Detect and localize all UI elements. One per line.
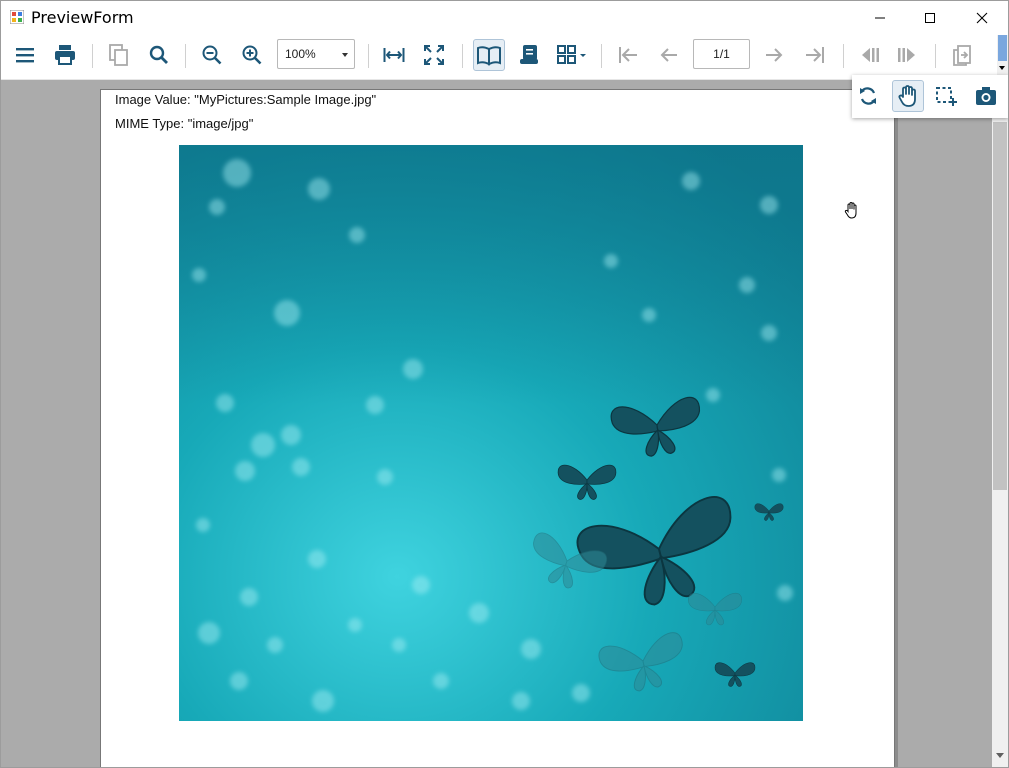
toolbar-overflow-popup (852, 75, 1008, 118)
continuous-button[interactable] (513, 39, 545, 71)
vertical-scroll-thumb[interactable] (993, 122, 1007, 490)
document-page: Image Value: "MyPictures:Sample Image.jp… (100, 89, 895, 767)
dropdown-arrow-icon (342, 53, 348, 57)
toolbar-separator (935, 44, 936, 68)
toolbar-overflow-arrow-icon[interactable] (999, 66, 1005, 70)
scroll-icon (520, 45, 538, 64)
book-icon (477, 46, 501, 66)
selection-tool-button[interactable] (930, 80, 962, 112)
copy-icon (109, 44, 128, 66)
history-back-button[interactable] (853, 39, 885, 71)
toolbar-overflow-scroll[interactable] (997, 35, 1008, 75)
hand-tool-icon (898, 85, 916, 107)
close-button[interactable] (959, 1, 1005, 35)
next-page-icon (766, 48, 783, 62)
toolbar-separator (462, 44, 463, 68)
preview-window: PreviewForm 100% 1/1 Image Value: "MyPic… (0, 0, 1009, 768)
sample-image (179, 145, 803, 721)
toolbar-separator (92, 44, 93, 68)
full-screen-icon (424, 45, 444, 65)
scroll-down-arrow-icon[interactable] (996, 753, 1004, 758)
app-icon (10, 10, 24, 24)
preview-area[interactable]: Image Value: "MyPictures:Sample Image.jp… (1, 80, 992, 767)
single-page-button[interactable] (473, 39, 505, 71)
history-back-icon (862, 48, 879, 62)
last-page-button[interactable] (799, 39, 831, 71)
refresh-icon (860, 87, 876, 105)
exit-button[interactable] (947, 39, 979, 71)
fit-width-button[interactable] (378, 39, 410, 71)
zoom-out-button[interactable] (196, 39, 228, 71)
previous-page-button[interactable] (653, 39, 685, 71)
minimize-icon (875, 17, 885, 19)
hand-tool-button[interactable] (892, 80, 924, 112)
vertical-scrollbar[interactable] (992, 80, 1008, 767)
toolbar-separator (368, 44, 369, 68)
mime-type-label: MIME Type: "image/jpg" (115, 116, 254, 131)
close-icon (976, 12, 988, 24)
first-page-icon (619, 47, 637, 63)
hamburger-menu-icon (16, 48, 34, 63)
toolbar-separator (185, 44, 186, 68)
copy-button[interactable] (103, 39, 135, 71)
image-value-label: Image Value: "MyPictures:Sample Image.jp… (115, 92, 377, 107)
full-screen-button[interactable] (418, 39, 450, 71)
title-bar: PreviewForm (1, 1, 1008, 35)
toolbar-separator (601, 44, 602, 68)
zoom-in-button[interactable] (236, 39, 268, 71)
window-title: PreviewForm (31, 8, 134, 27)
camera-icon (976, 87, 996, 105)
print-button[interactable] (49, 39, 81, 71)
zoom-out-icon (202, 45, 222, 65)
history-forward-icon (898, 48, 915, 62)
print-icon (55, 45, 75, 65)
page-shadow (895, 93, 898, 767)
history-forward-button[interactable] (892, 39, 924, 71)
grid-icon (557, 45, 586, 64)
next-page-button[interactable] (758, 39, 790, 71)
toolbar-scroll-thumb[interactable] (998, 35, 1007, 61)
zoom-in-icon (242, 45, 262, 65)
find-button[interactable] (143, 39, 175, 71)
hand-cursor-icon (844, 201, 857, 219)
previous-page-icon (660, 48, 677, 62)
selection-icon (936, 87, 957, 106)
toolbar-separator (843, 44, 844, 68)
last-page-icon (806, 47, 824, 63)
first-page-button[interactable] (612, 39, 644, 71)
exit-icon (953, 45, 971, 66)
multi-page-button[interactable] (553, 39, 589, 71)
maximize-button[interactable] (907, 1, 953, 35)
zoom-value: 100% (285, 47, 316, 61)
snapshot-button[interactable] (970, 80, 1002, 112)
minimize-button[interactable] (857, 1, 903, 35)
refresh-button[interactable] (852, 80, 884, 112)
toolbar (1, 35, 1008, 80)
fit-width-icon (383, 48, 405, 62)
page-number-input[interactable]: 1/1 (693, 39, 750, 69)
zoom-select[interactable]: 100% (277, 39, 355, 69)
menu-button[interactable] (9, 39, 41, 71)
maximize-icon (925, 13, 935, 23)
search-icon (149, 45, 168, 64)
